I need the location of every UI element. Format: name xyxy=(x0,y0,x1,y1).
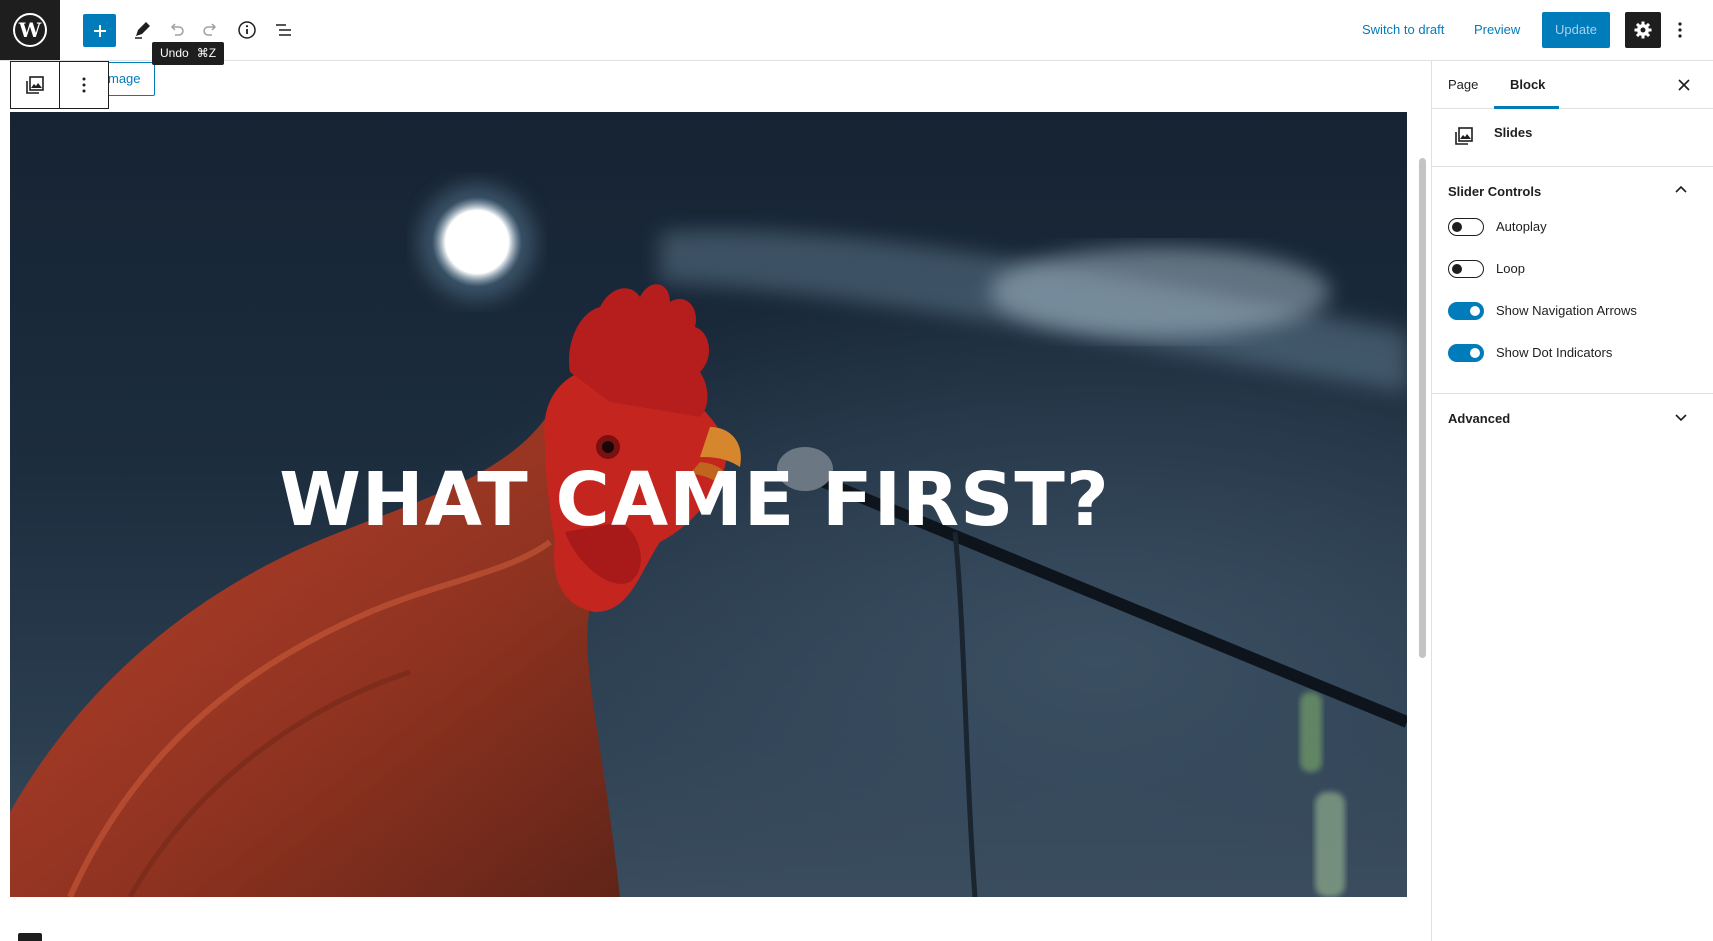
canvas-scrollbar[interactable] xyxy=(1419,158,1426,658)
switch-to-draft-button[interactable]: Switch to draft xyxy=(1362,12,1444,48)
block-options-button[interactable] xyxy=(60,62,109,108)
info-icon xyxy=(238,21,256,39)
chevron-up-icon xyxy=(1675,185,1687,193)
settings-button[interactable] xyxy=(1625,12,1661,48)
toggle-row-autoplay: Autoplay xyxy=(1432,215,1713,257)
toggle-label: Show Navigation Arrows xyxy=(1496,303,1637,318)
list-view-button[interactable] xyxy=(266,12,302,48)
more-vertical-icon xyxy=(82,77,86,93)
loop-toggle[interactable] xyxy=(1448,260,1484,278)
tab-block[interactable]: Block xyxy=(1510,61,1545,109)
preview-button[interactable]: Preview xyxy=(1474,12,1520,48)
pencil-icon xyxy=(135,22,150,39)
undo-icon xyxy=(170,23,184,36)
block-card: Slides xyxy=(1432,109,1713,167)
gallery-block-icon xyxy=(1455,127,1473,145)
svg-text:W: W xyxy=(18,18,42,42)
slide-cover-image[interactable]: WHAT CAME FIRST? xyxy=(10,112,1407,897)
editor-header: W Undo ⌘Z Switch to draft Preview Update xyxy=(0,0,1713,65)
wordpress-logo-icon[interactable]: W xyxy=(0,0,60,60)
redo-icon xyxy=(203,23,217,36)
advanced-toggle[interactable]: Advanced xyxy=(1432,394,1713,442)
chevron-down-icon xyxy=(1675,414,1687,422)
slide-heading[interactable]: WHAT CAME FIRST? xyxy=(10,457,1407,543)
more-vertical-icon xyxy=(1678,22,1682,38)
plus-icon xyxy=(93,24,106,37)
block-name: Slides xyxy=(1494,125,1533,140)
details-button[interactable] xyxy=(229,12,265,48)
tooltip-label: Undo xyxy=(160,46,189,60)
list-view-icon xyxy=(276,24,291,36)
options-button[interactable] xyxy=(1668,12,1692,48)
toggle-row-navigation-arrows: Show Navigation Arrows xyxy=(1432,299,1713,341)
slider-controls-toggle[interactable]: Slider Controls xyxy=(1432,167,1713,215)
dot-indicators-toggle[interactable] xyxy=(1448,344,1484,362)
toggle-row-loop: Loop xyxy=(1432,257,1713,299)
close-sidebar-button[interactable] xyxy=(1672,73,1696,97)
toggle-label: Autoplay xyxy=(1496,219,1547,234)
gear-icon xyxy=(1634,21,1652,39)
settings-sidebar: Page Block Slides Slider Controls Autopl… xyxy=(1431,61,1713,941)
update-button[interactable]: Update xyxy=(1542,12,1610,48)
block-toolbar xyxy=(10,61,109,109)
toggle-label: Loop xyxy=(1496,261,1525,276)
block-appender[interactable] xyxy=(18,933,42,941)
panel-title: Advanced xyxy=(1448,411,1511,426)
toggle-label: Show Dot Indicators xyxy=(1496,345,1613,360)
gallery-block-icon xyxy=(25,76,44,94)
close-icon xyxy=(1678,79,1690,91)
advanced-panel: Advanced xyxy=(1432,394,1713,442)
tooltip-shortcut: ⌘Z xyxy=(196,46,217,60)
undo-tooltip: Undo ⌘Z xyxy=(152,42,225,65)
navigation-arrows-toggle[interactable] xyxy=(1448,302,1484,320)
slider-controls-panel: Slider Controls Autoplay Loop Show Navig… xyxy=(1432,167,1713,394)
panel-title: Slider Controls xyxy=(1448,184,1542,199)
toggle-row-dot-indicators: Show Dot Indicators xyxy=(1432,341,1713,383)
autoplay-toggle[interactable] xyxy=(1448,218,1484,236)
tab-page[interactable]: Page xyxy=(1448,61,1478,109)
sidebar-tabs: Page Block xyxy=(1432,61,1713,109)
block-type-button[interactable] xyxy=(11,62,60,108)
add-block-button[interactable] xyxy=(83,14,116,47)
